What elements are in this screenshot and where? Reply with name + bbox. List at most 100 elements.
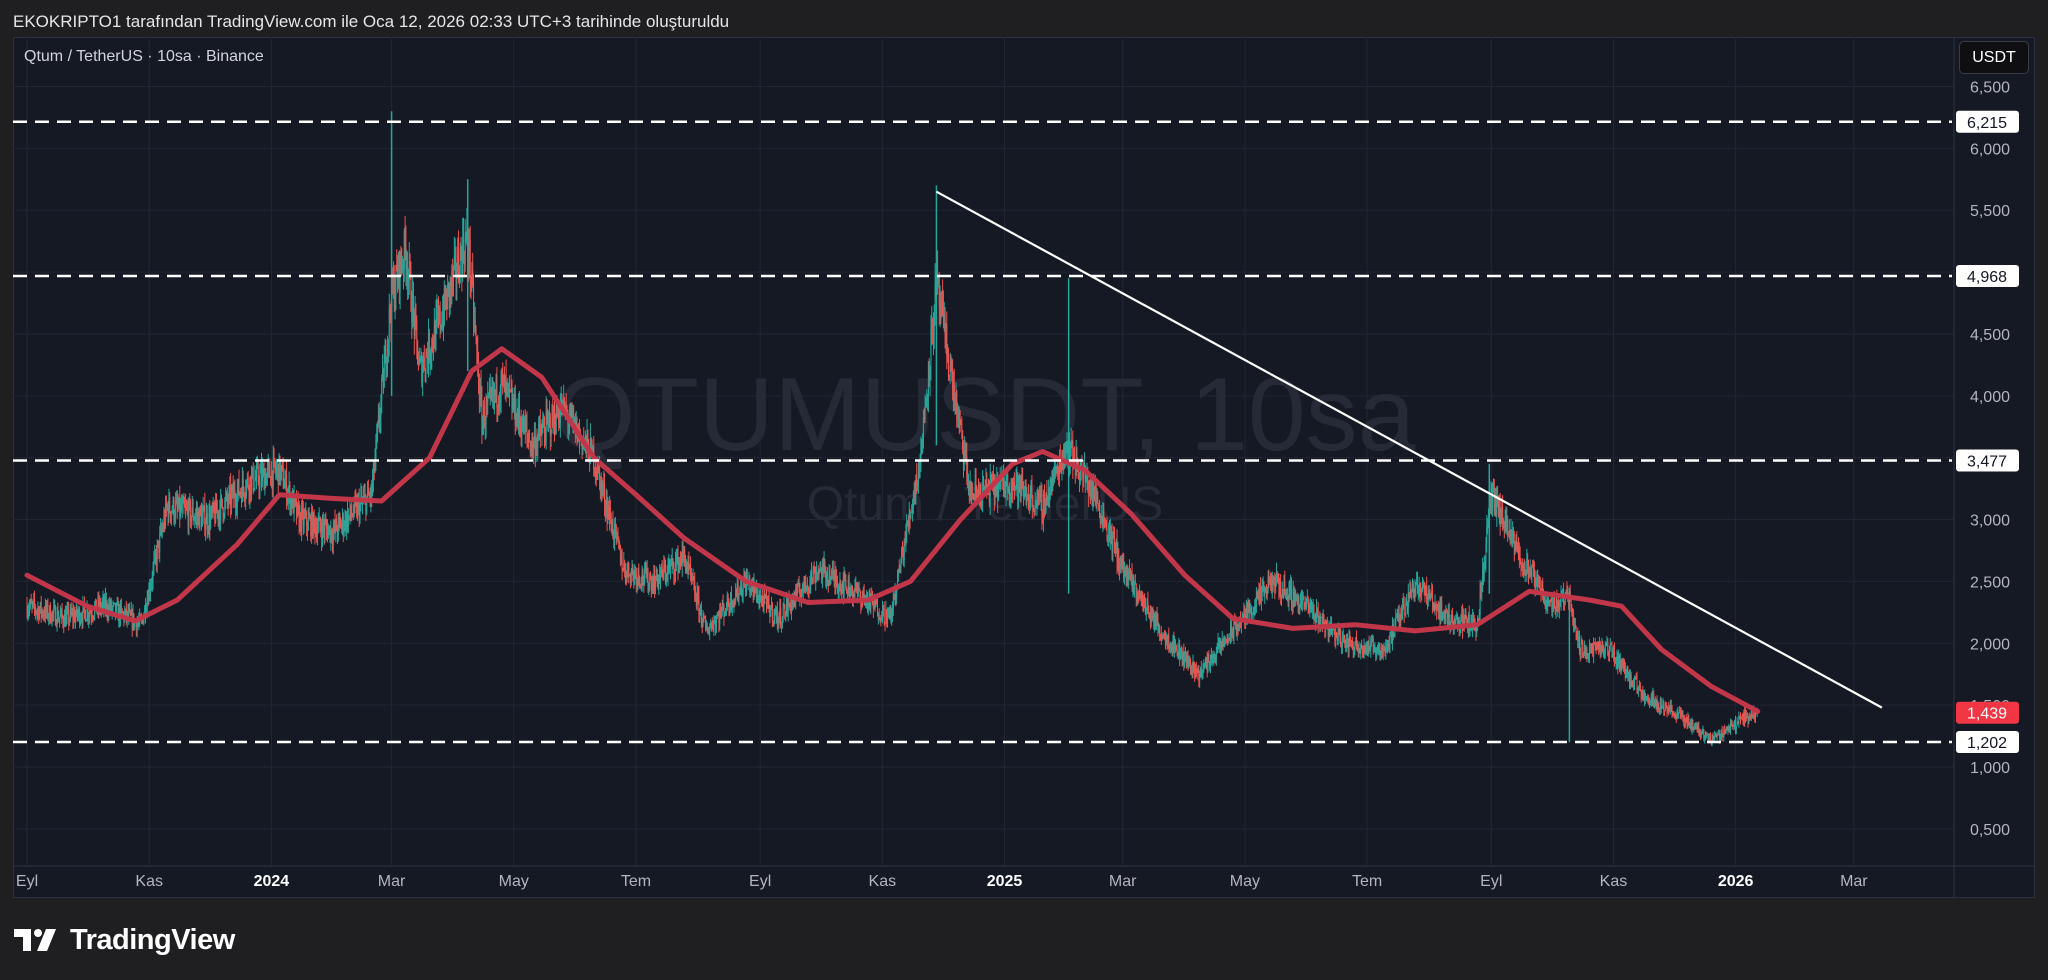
y-tick-label: 1,000	[1970, 760, 2010, 777]
candle-down	[1663, 702, 1665, 711]
candle-up	[550, 432, 552, 437]
candle-down	[845, 580, 847, 587]
candle-up	[1134, 583, 1136, 592]
candle-up	[317, 521, 319, 530]
candle-down	[826, 572, 828, 581]
candle-up	[159, 533, 161, 553]
candle-up	[782, 608, 784, 618]
x-tick-label: Tem	[1352, 873, 1382, 890]
x-tick-label: 2025	[987, 873, 1023, 890]
candle-up	[716, 615, 718, 619]
candle-up	[1266, 593, 1268, 596]
candle-down	[252, 467, 254, 490]
candle-up	[205, 524, 207, 531]
candle-up	[1634, 679, 1636, 685]
candle-down	[1174, 643, 1176, 646]
candle-up	[383, 362, 385, 388]
candle-down	[1403, 604, 1405, 614]
currency-button[interactable]: USDT	[1959, 41, 2029, 74]
x-tick-label: May	[1230, 873, 1260, 890]
candle-down	[1097, 496, 1099, 504]
y-tick-label: 3,000	[1970, 513, 2010, 530]
candle-down	[961, 424, 963, 431]
candle-down	[1448, 611, 1450, 624]
x-tick-label: Eyl	[1480, 873, 1502, 890]
candle-down	[1099, 507, 1101, 514]
tradingview-logo-icon	[14, 929, 56, 951]
symbol-title: Qtum / TetherUS · 10sa · Binance	[24, 48, 264, 65]
candle-down	[1286, 589, 1288, 595]
level-tag: 6,215	[1956, 110, 2019, 133]
candle-up	[654, 580, 656, 591]
price-chart[interactable]: QTUMUSDT, 10sa Qtum / TetherUS 6,5006,00…	[0, 0, 2048, 980]
candle-up	[1320, 617, 1322, 625]
level-tag-label: 3,477	[1967, 454, 2007, 471]
candle-up	[181, 503, 183, 511]
candle-up	[1354, 646, 1356, 649]
candle-up	[259, 473, 261, 489]
candle-down	[221, 498, 223, 508]
candle-down	[469, 239, 471, 280]
candle-down	[423, 357, 425, 369]
x-tick-label: Mar	[378, 873, 406, 890]
level-tag: 3,477	[1956, 449, 2019, 472]
candle-up	[156, 544, 158, 565]
x-tick-label: 2026	[1718, 873, 1754, 890]
level-tag-label: 4,968	[1967, 269, 2007, 286]
candle-down	[824, 562, 826, 567]
candle-up	[1389, 635, 1391, 648]
tradingview-logo[interactable]: TradingView	[14, 922, 235, 958]
candle-down	[1159, 627, 1161, 634]
watermark-symbol: QTUMUSDT, 10sa	[554, 357, 1415, 473]
candle-down	[883, 607, 885, 623]
x-tick-label: Mar	[1840, 873, 1868, 890]
level-tag: 1,202	[1956, 731, 2019, 754]
candle-down	[1208, 655, 1210, 662]
y-tick-label: 6,500	[1970, 79, 2010, 96]
candle-down	[269, 464, 271, 478]
x-tick-label: Eyl	[16, 873, 38, 890]
candle-up	[715, 618, 717, 627]
last-price-tag: 1,439	[1956, 701, 2019, 724]
x-tick-label: May	[499, 873, 529, 890]
x-tick-label: Kas	[869, 873, 897, 890]
candle-down	[1539, 577, 1541, 590]
candle-up	[796, 585, 798, 597]
candle-up	[1593, 643, 1595, 657]
y-tick-label: 5,500	[1970, 203, 2010, 220]
candle-down	[169, 497, 171, 513]
candle-down	[1553, 597, 1555, 608]
time-axis[interactable]: Eyl Kas 2024 Mar May Tem Eyl Kas 2025 Mar May Tem Ey…	[16, 873, 1868, 890]
y-tick-label: 2,000	[1970, 636, 2010, 653]
candle-down	[1280, 581, 1282, 595]
candle-up	[770, 609, 772, 617]
x-tick-label: 2024	[254, 873, 290, 890]
candle-up	[307, 517, 309, 530]
level-tag-label: 1,202	[1967, 735, 2007, 752]
x-tick-label: Tem	[621, 873, 651, 890]
level-tag-label: 6,215	[1967, 115, 2007, 132]
y-tick-label: 4,000	[1970, 389, 2010, 406]
x-tick-label: Kas	[1600, 873, 1628, 890]
candle-down	[412, 294, 414, 311]
candle-up	[59, 616, 61, 619]
candle-up	[1445, 612, 1447, 622]
candle-up	[924, 407, 926, 420]
candle-up	[1700, 733, 1702, 738]
candle-down	[416, 320, 418, 341]
candle-up	[738, 594, 740, 599]
candle-down	[496, 378, 498, 408]
y-tick-label: 4,500	[1970, 327, 2010, 344]
x-tick-label: Mar	[1109, 873, 1137, 890]
candle-down	[771, 603, 773, 621]
x-tick-label: Eyl	[749, 873, 771, 890]
candle-down	[1636, 678, 1638, 689]
candle-down	[639, 577, 641, 585]
candle-up	[1215, 653, 1217, 660]
level-tag: 4,968	[1956, 265, 2019, 288]
y-tick-label: 0,500	[1970, 822, 2010, 839]
last-price-tag-label: 1,439	[1967, 706, 2007, 723]
candle-down	[1507, 519, 1509, 533]
candle-down	[526, 425, 528, 434]
candle-down	[508, 383, 510, 390]
